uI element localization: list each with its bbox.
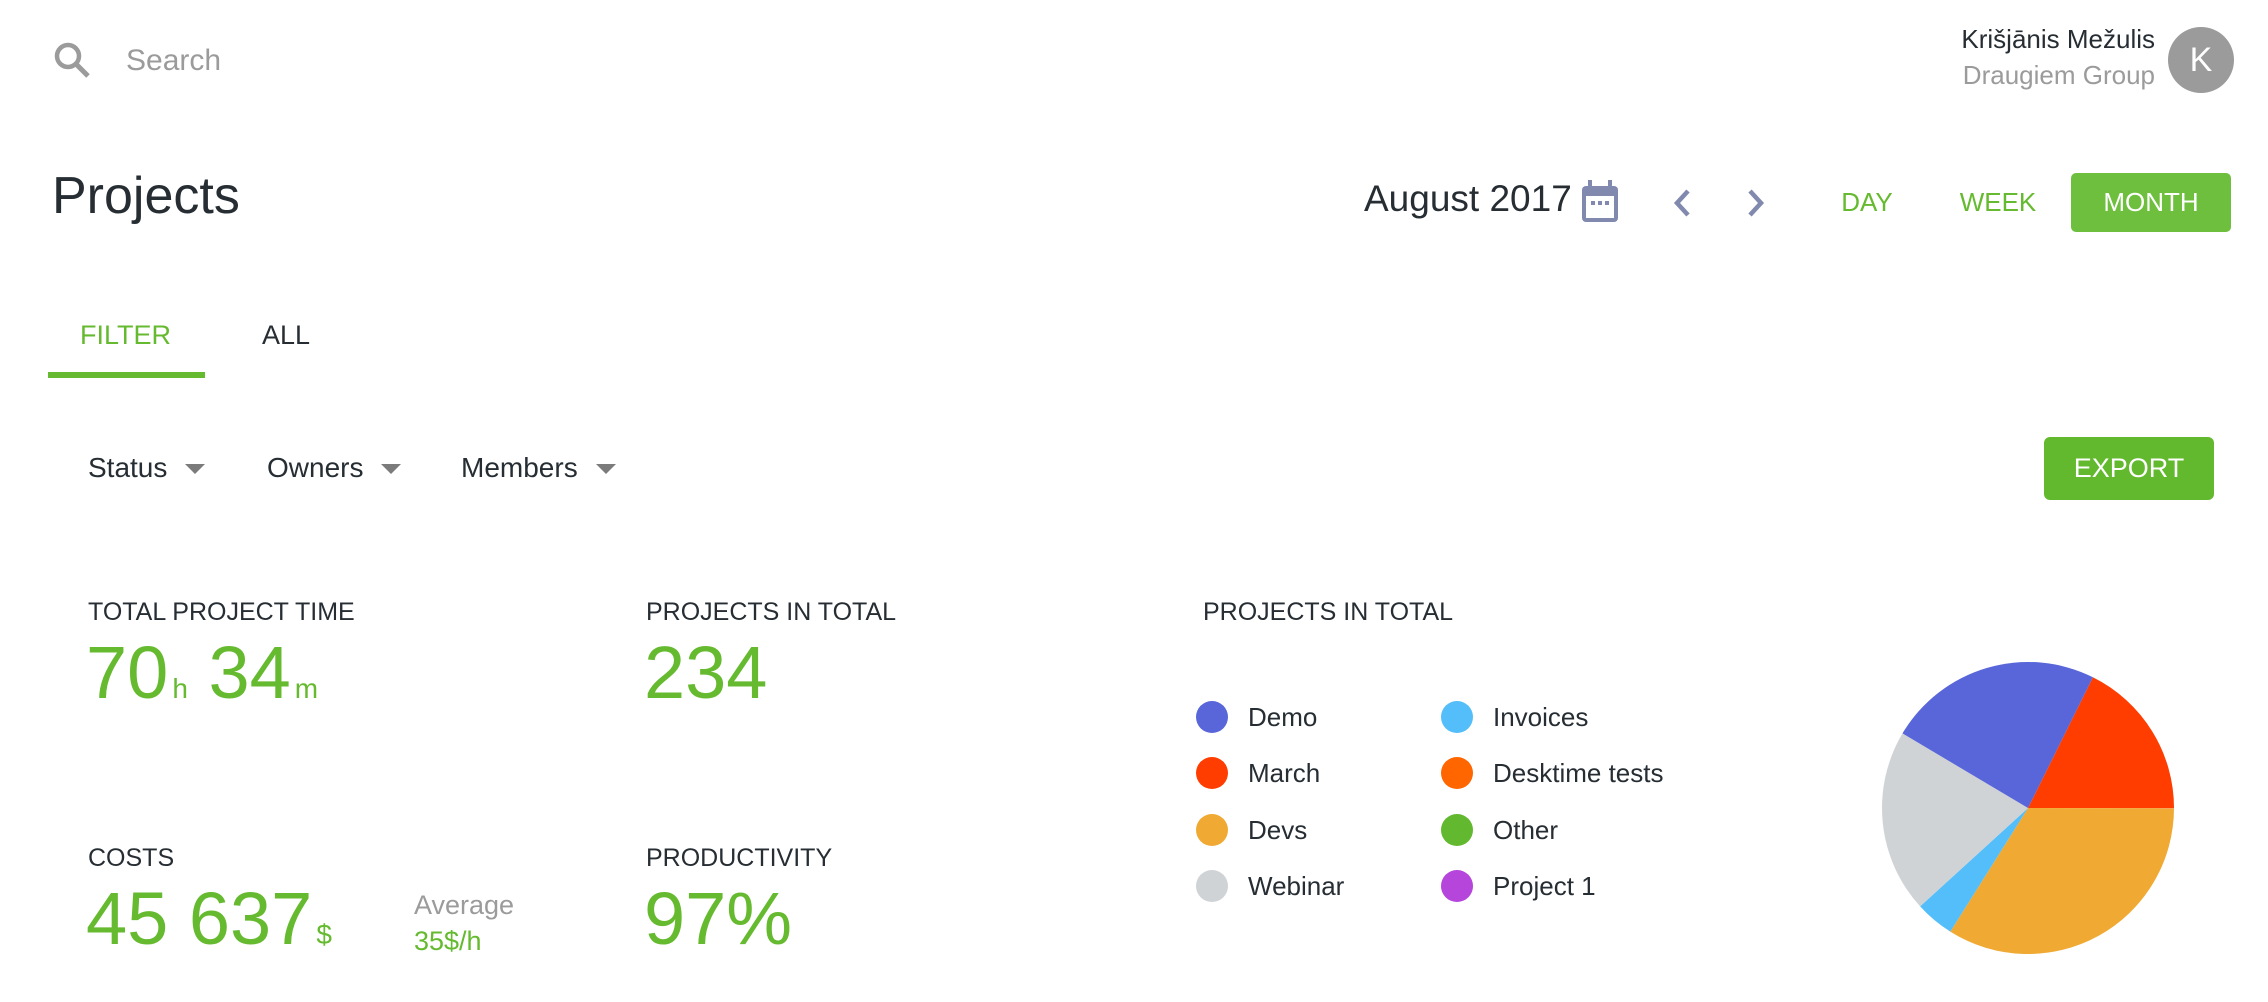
average-value: 35$/h [414,926,482,956]
caret-down-icon [185,464,206,474]
page-title: Projects [52,167,240,225]
legend-dot [1441,757,1473,789]
legend-item: Desktime tests [1441,753,1664,793]
productivity-value: 97% [644,877,793,960]
projects-total-value: 234 [644,631,768,714]
calendar-icon[interactable] [1580,180,1620,224]
legend-label: Demo [1248,701,1318,732]
costs-amount: 45 637 [86,877,313,960]
hours-unit: h [172,673,188,704]
chart-title: PROJECTS IN TOTAL [1203,598,1454,626]
legend-label: Webinar [1248,870,1345,901]
legend-label: March [1248,757,1321,788]
legend-item: Devs [1196,810,1307,850]
chevron-right-icon[interactable] [1740,186,1770,220]
tab-filter[interactable]: FILTER [80,320,171,351]
active-tab-indicator [48,372,205,378]
search-icon[interactable] [52,40,92,80]
legend-item: Webinar [1196,866,1344,906]
legend-dot [1441,701,1473,733]
legend-dot [1196,757,1228,789]
legend-dot [1196,701,1228,733]
day-button[interactable]: DAY [1825,173,1909,232]
costs-unit: $ [316,919,332,950]
legend-item: Project 1 [1441,866,1596,906]
user-company: Draugiem Group [1962,60,2155,90]
avatar[interactable]: K [2168,27,2234,93]
costs-value: 45 637 $ [86,882,332,956]
legend-dot [1196,870,1228,902]
hours-value: 70 [86,631,169,714]
legend-item: Other [1441,810,1558,850]
legend-item: Demo [1196,697,1317,737]
legend-dot [1196,814,1228,846]
pie-chart [1882,662,2174,954]
export-button[interactable]: EXPORT [2044,437,2214,500]
caret-down-icon [381,464,402,474]
legend-label: Invoices [1493,701,1589,732]
caret-down-icon [595,464,616,474]
total-time-label: TOTAL PROJECT TIME [88,598,355,626]
tab-all[interactable]: ALL [262,320,310,351]
date-label: August 2017 [1364,178,1572,219]
projects-total-label: PROJECTS IN TOTAL [646,598,897,626]
minutes-unit: m [294,673,319,704]
legend-label: Project 1 [1493,870,1596,901]
productivity-label: PRODUCTIVITY [646,844,833,872]
total-time-value: 70 h 34 m [86,636,318,710]
chevron-left-icon[interactable] [1668,186,1698,220]
members-dropdown[interactable]: Members [461,452,616,484]
costs-label: COSTS [88,844,175,872]
month-button[interactable]: MONTH [2071,173,2231,232]
legend-dot [1441,870,1473,902]
user-name: Krišjānis Mežulis [1961,24,2155,54]
status-dropdown[interactable]: Status [88,452,206,484]
owners-dropdown[interactable]: Owners [267,452,402,484]
legend-item: Invoices [1441,697,1588,737]
average-label: Average [414,890,515,920]
minutes-value: 34 [208,631,291,714]
legend-label: Desktime tests [1493,757,1664,788]
search-input[interactable] [126,38,626,84]
legend-label: Other [1493,814,1559,845]
status-dropdown-label: Status [88,452,168,483]
legend-dot [1441,814,1473,846]
legend-label: Devs [1248,814,1308,845]
members-dropdown-label: Members [461,452,578,483]
owners-dropdown-label: Owners [267,452,364,483]
week-button[interactable]: WEEK [1950,173,2046,232]
legend-item: March [1196,753,1320,793]
